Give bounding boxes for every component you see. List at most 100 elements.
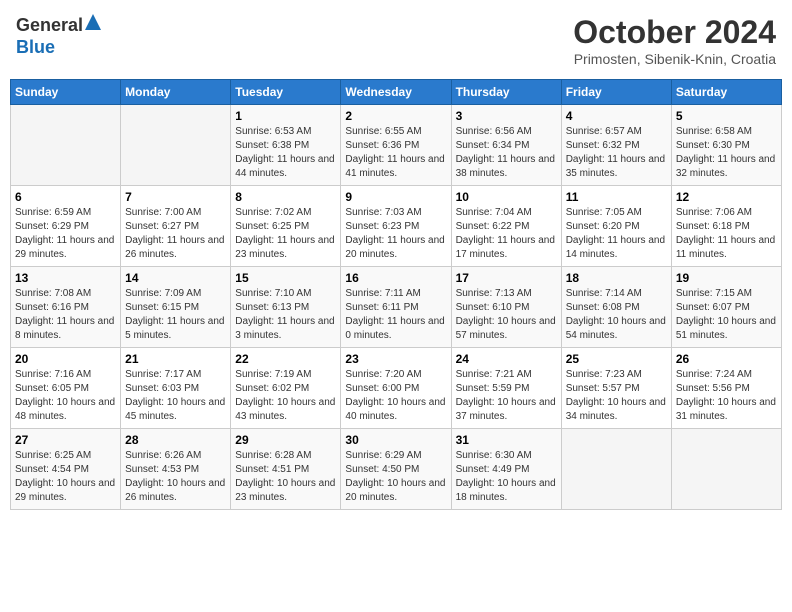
day-info: Sunrise: 7:19 AMSunset: 6:02 PMDaylight:… — [235, 368, 336, 424]
day-info: Sunrise: 7:10 AMSunset: 6:13 PMDaylight:… — [235, 287, 336, 343]
day-info: Sunrise: 7:00 AMSunset: 6:27 PMDaylight:… — [125, 206, 226, 262]
weekday-header-monday: Monday — [121, 80, 231, 105]
day-info: Sunrise: 7:24 AMSunset: 5:56 PMDaylight:… — [676, 368, 777, 424]
day-info: Sunrise: 7:20 AMSunset: 6:00 PMDaylight:… — [345, 368, 446, 424]
day-number: 17 — [456, 271, 557, 285]
day-number: 30 — [345, 433, 446, 447]
day-info: Sunrise: 7:03 AMSunset: 6:23 PMDaylight:… — [345, 206, 446, 262]
calendar-cell: 13 Sunrise: 7:08 AMSunset: 6:16 PMDayligh… — [11, 267, 121, 348]
day-info: Sunrise: 6:29 AMSunset: 4:50 PMDaylight:… — [345, 449, 446, 505]
day-info: Sunrise: 7:14 AMSunset: 6:08 PMDaylight:… — [566, 287, 667, 343]
weekday-header-tuesday: Tuesday — [231, 80, 341, 105]
calendar-cell: 18Sunrise: 7:14 AMSunset: 6:08 PMDayligh… — [561, 267, 671, 348]
day-number: 16 — [345, 271, 446, 285]
calendar-cell: 3Sunrise: 6:56 AMSunset: 6:34 PMDaylight… — [451, 105, 561, 186]
logo-triangle-icon — [85, 14, 101, 35]
calendar-cell: 2Sunrise: 6:55 AMSunset: 6:36 PMDaylight… — [341, 105, 451, 186]
day-info: Sunrise: 7:21 AMSunset: 5:59 PMDaylight:… — [456, 368, 557, 424]
day-number: 28 — [125, 433, 226, 447]
weekday-header-sunday: Sunday — [11, 80, 121, 105]
day-number: 21 — [125, 352, 226, 366]
day-number: 14 — [125, 271, 226, 285]
day-info: Sunrise: 6:58 AMSunset: 6:30 PMDaylight:… — [676, 125, 777, 181]
calendar-cell: 23 Sunrise: 7:20 AMSunset: 6:00 PMDayligh… — [341, 348, 451, 429]
calendar-cell: 28 Sunrise: 6:26 AMSunset: 4:53 PMDayligh… — [121, 429, 231, 510]
weekday-header-friday: Friday — [561, 80, 671, 105]
day-info: Sunrise: 7:02 AMSunset: 6:25 PMDaylight:… — [235, 206, 336, 262]
day-info: Sunrise: 6:28 AMSunset: 4:51 PMDaylight:… — [235, 449, 336, 505]
day-info: Sunrise: 7:17 AMSunset: 6:03 PMDaylight:… — [125, 368, 226, 424]
day-number: 2 — [345, 109, 446, 123]
day-number: 29 — [235, 433, 336, 447]
weekday-header-wednesday: Wednesday — [341, 80, 451, 105]
day-info: Sunrise: 7:11 AMSunset: 6:11 PMDaylight:… — [345, 287, 446, 343]
day-number: 23 — [345, 352, 446, 366]
calendar-cell: 21 Sunrise: 7:17 AMSunset: 6:03 PMDayligh… — [121, 348, 231, 429]
weekday-header-thursday: Thursday — [451, 80, 561, 105]
calendar-cell: 6Sunrise: 6:59 AMSunset: 6:29 PMDaylight… — [11, 186, 121, 267]
day-number: 12 — [676, 190, 777, 204]
logo-blue-text: Blue — [16, 37, 55, 57]
calendar-cell: 5Sunrise: 6:58 AMSunset: 6:30 PMDaylight… — [671, 105, 781, 186]
page-header: General Blue October 2024 Primosten, Sib… — [10, 10, 782, 71]
day-info: Sunrise: 6:57 AMSunset: 6:32 PMDaylight:… — [566, 125, 667, 181]
calendar-cell: 9 Sunrise: 7:03 AMSunset: 6:23 PMDaylight… — [341, 186, 451, 267]
calendar-cell — [561, 429, 671, 510]
calendar-cell — [11, 105, 121, 186]
day-info: Sunrise: 7:23 AMSunset: 5:57 PMDaylight:… — [566, 368, 667, 424]
weekday-header-row: SundayMondayTuesdayWednesdayThursdayFrid… — [11, 80, 782, 105]
calendar-week-2: 6Sunrise: 6:59 AMSunset: 6:29 PMDaylight… — [11, 186, 782, 267]
day-info: Sunrise: 7:08 AMSunset: 6:16 PMDaylight:… — [15, 287, 116, 343]
day-number: 9 — [345, 190, 446, 204]
calendar-cell: 22 Sunrise: 7:19 AMSunset: 6:02 PMDayligh… — [231, 348, 341, 429]
calendar-cell: 14Sunrise: 7:09 AMSunset: 6:15 PMDayligh… — [121, 267, 231, 348]
day-info: Sunrise: 7:04 AMSunset: 6:22 PMDaylight:… — [456, 206, 557, 262]
day-info: Sunrise: 6:26 AMSunset: 4:53 PMDaylight:… — [125, 449, 226, 505]
day-number: 13 — [15, 271, 116, 285]
day-number: 8 — [235, 190, 336, 204]
calendar-week-4: 20 Sunrise: 7:16 AMSunset: 6:05 PMDayligh… — [11, 348, 782, 429]
calendar-cell: 25 Sunrise: 7:23 AMSunset: 5:57 PMDayligh… — [561, 348, 671, 429]
calendar-week-3: 13 Sunrise: 7:08 AMSunset: 6:16 PMDayligh… — [11, 267, 782, 348]
calendar-cell — [671, 429, 781, 510]
day-number: 15 — [235, 271, 336, 285]
day-number: 25 — [566, 352, 667, 366]
calendar-cell: 10 Sunrise: 7:04 AMSunset: 6:22 PMDayligh… — [451, 186, 561, 267]
day-info: Sunrise: 7:13 AMSunset: 6:10 PMDaylight:… — [456, 287, 557, 343]
day-info: Sunrise: 7:06 AMSunset: 6:18 PMDaylight:… — [676, 206, 777, 262]
calendar-cell: 15 Sunrise: 7:10 AMSunset: 6:13 PMDayligh… — [231, 267, 341, 348]
page-subtitle: Primosten, Sibenik-Knin, Croatia — [573, 51, 776, 67]
day-info: Sunrise: 7:16 AMSunset: 6:05 PMDaylight:… — [15, 368, 116, 424]
calendar-cell: 17 Sunrise: 7:13 AMSunset: 6:10 PMDayligh… — [451, 267, 561, 348]
calendar-cell — [121, 105, 231, 186]
day-info: Sunrise: 7:15 AMSunset: 6:07 PMDaylight:… — [676, 287, 777, 343]
day-number: 19 — [676, 271, 777, 285]
day-info: Sunrise: 6:53 AMSunset: 6:38 PMDaylight:… — [235, 125, 336, 181]
calendar-cell: 1 Sunrise: 6:53 AMSunset: 6:38 PMDaylight… — [231, 105, 341, 186]
calendar-cell: 20 Sunrise: 7:16 AMSunset: 6:05 PMDayligh… — [11, 348, 121, 429]
page-title: October 2024 — [573, 14, 776, 51]
day-number: 3 — [456, 109, 557, 123]
calendar-cell: 7 Sunrise: 7:00 AMSunset: 6:27 PMDaylight… — [121, 186, 231, 267]
day-info: Sunrise: 6:59 AMSunset: 6:29 PMDaylight:… — [15, 206, 116, 262]
day-number: 1 — [235, 109, 336, 123]
weekday-header-saturday: Saturday — [671, 80, 781, 105]
day-number: 31 — [456, 433, 557, 447]
day-number: 11 — [566, 190, 667, 204]
day-number: 22 — [235, 352, 336, 366]
day-info: Sunrise: 7:05 AMSunset: 6:20 PMDaylight:… — [566, 206, 667, 262]
calendar-week-1: 1 Sunrise: 6:53 AMSunset: 6:38 PMDaylight… — [11, 105, 782, 186]
day-number: 7 — [125, 190, 226, 204]
calendar-cell: 27Sunrise: 6:25 AMSunset: 4:54 PMDayligh… — [11, 429, 121, 510]
logo-general-text: General — [16, 15, 83, 36]
day-number: 27 — [15, 433, 116, 447]
calendar-cell: 29 Sunrise: 6:28 AMSunset: 4:51 PMDayligh… — [231, 429, 341, 510]
day-number: 20 — [15, 352, 116, 366]
calendar-week-5: 27Sunrise: 6:25 AMSunset: 4:54 PMDayligh… — [11, 429, 782, 510]
calendar-cell: 24Sunrise: 7:21 AMSunset: 5:59 PMDayligh… — [451, 348, 561, 429]
calendar-cell: 8 Sunrise: 7:02 AMSunset: 6:25 PMDaylight… — [231, 186, 341, 267]
day-number: 26 — [676, 352, 777, 366]
title-block: October 2024 Primosten, Sibenik-Knin, Cr… — [573, 14, 776, 67]
calendar-cell: 31Sunrise: 6:30 AMSunset: 4:49 PMDayligh… — [451, 429, 561, 510]
day-number: 10 — [456, 190, 557, 204]
